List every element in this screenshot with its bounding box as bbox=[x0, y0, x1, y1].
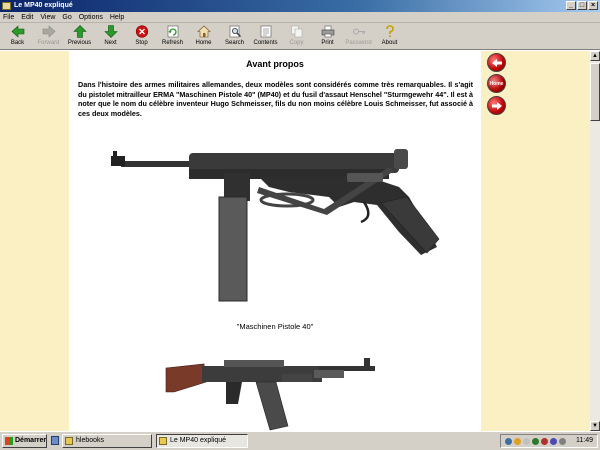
copy-button[interactable]: Copy bbox=[281, 23, 312, 50]
back-button[interactable]: Back bbox=[2, 23, 33, 50]
search-icon bbox=[229, 25, 241, 38]
up-arrow-icon bbox=[72, 25, 87, 38]
clock: 11:49 bbox=[576, 437, 593, 444]
password-button[interactable]: Password bbox=[343, 23, 374, 50]
folder-icon bbox=[65, 437, 73, 445]
content-area: Avant propos Dans l'histoire des armes m… bbox=[0, 51, 590, 431]
window-title: Le MP40 expliqué bbox=[14, 2, 73, 9]
window-titlebar[interactable]: Le MP40 expliqué _ □ × bbox=[0, 0, 600, 12]
desktop-icon[interactable] bbox=[51, 436, 59, 445]
home-icon bbox=[196, 25, 211, 38]
stg44-image bbox=[165, 358, 375, 431]
menu-options[interactable]: Options bbox=[79, 12, 103, 22]
printer-icon bbox=[321, 25, 334, 38]
network-icon[interactable] bbox=[505, 438, 512, 445]
contents-icon bbox=[260, 25, 271, 38]
menu-go[interactable]: Go bbox=[62, 12, 71, 22]
refresh-button[interactable]: Refresh bbox=[157, 23, 188, 50]
search-button[interactable]: Search bbox=[219, 23, 250, 50]
print-button[interactable]: Print bbox=[312, 23, 343, 50]
about-button[interactable]: About bbox=[374, 23, 405, 50]
windows-logo-icon bbox=[5, 437, 13, 445]
vertical-scrollbar[interactable]: ▲ ▼ bbox=[590, 51, 600, 431]
nav-home-button[interactable]: Home bbox=[487, 74, 506, 93]
scroll-thumb[interactable] bbox=[590, 63, 600, 121]
close-button[interactable]: × bbox=[588, 1, 598, 10]
page-title: Avant propos bbox=[246, 59, 304, 69]
back-arrow-icon bbox=[11, 25, 24, 38]
task-hlebooks[interactable]: hlebooks bbox=[62, 434, 152, 448]
book-icon bbox=[159, 437, 167, 445]
nav-forward-button[interactable] bbox=[487, 96, 506, 115]
toolbar: Back Forward Previous Next Stop Refresh … bbox=[0, 23, 600, 50]
stop-button[interactable]: Stop bbox=[126, 23, 157, 50]
settings-icon[interactable] bbox=[559, 438, 566, 445]
task-mp40[interactable]: Le MP40 expliqué bbox=[156, 434, 248, 448]
mp40-image bbox=[111, 149, 440, 302]
stop-icon bbox=[135, 25, 148, 38]
mp40-caption: "Maschinen Pistole 40" bbox=[236, 322, 314, 331]
antivirus-icon[interactable] bbox=[532, 438, 539, 445]
menu-bar: File Edit View Go Options Help bbox=[0, 12, 600, 23]
menu-view[interactable]: View bbox=[40, 12, 55, 22]
start-button[interactable]: Démarrer bbox=[2, 434, 47, 448]
menu-file[interactable]: File bbox=[3, 12, 14, 22]
home-button[interactable]: Home bbox=[188, 23, 219, 50]
previous-button[interactable]: Previous bbox=[64, 23, 95, 50]
system-tray: 11:49 bbox=[500, 434, 598, 448]
quick-launch bbox=[51, 436, 59, 445]
menu-help[interactable]: Help bbox=[110, 12, 124, 22]
volume-icon[interactable] bbox=[550, 438, 557, 445]
key-icon bbox=[352, 28, 365, 35]
about-icon bbox=[385, 25, 394, 38]
forward-arrow-icon bbox=[42, 25, 55, 38]
forward-button[interactable]: Forward bbox=[33, 23, 64, 50]
minimize-button[interactable]: _ bbox=[566, 1, 576, 10]
page-body: Avant propos Dans l'histoire des armes m… bbox=[69, 51, 481, 431]
security-icon[interactable] bbox=[541, 438, 548, 445]
scroll-up-button[interactable]: ▲ bbox=[590, 51, 600, 61]
next-button[interactable]: Next bbox=[95, 23, 126, 50]
app-icon bbox=[2, 2, 11, 10]
copy-icon bbox=[290, 25, 302, 38]
left-margin-band bbox=[0, 51, 69, 431]
refresh-icon bbox=[167, 25, 178, 38]
tray-icon[interactable] bbox=[514, 438, 521, 445]
taskbar: Démarrer hlebooks Le MP40 expliqué 11:49 bbox=[0, 431, 600, 450]
menu-edit[interactable]: Edit bbox=[21, 12, 33, 22]
scroll-down-button[interactable]: ▼ bbox=[590, 421, 600, 431]
maximize-button[interactable]: □ bbox=[577, 1, 587, 10]
nav-back-button[interactable] bbox=[487, 53, 506, 72]
right-arrow-icon bbox=[491, 101, 502, 110]
down-arrow-icon bbox=[103, 25, 118, 38]
contents-button[interactable]: Contents bbox=[250, 23, 281, 50]
clock-tray-icon[interactable] bbox=[523, 438, 530, 445]
left-arrow-icon bbox=[491, 58, 502, 67]
intro-paragraph: Dans l'histoire des armes militaires all… bbox=[78, 80, 473, 118]
